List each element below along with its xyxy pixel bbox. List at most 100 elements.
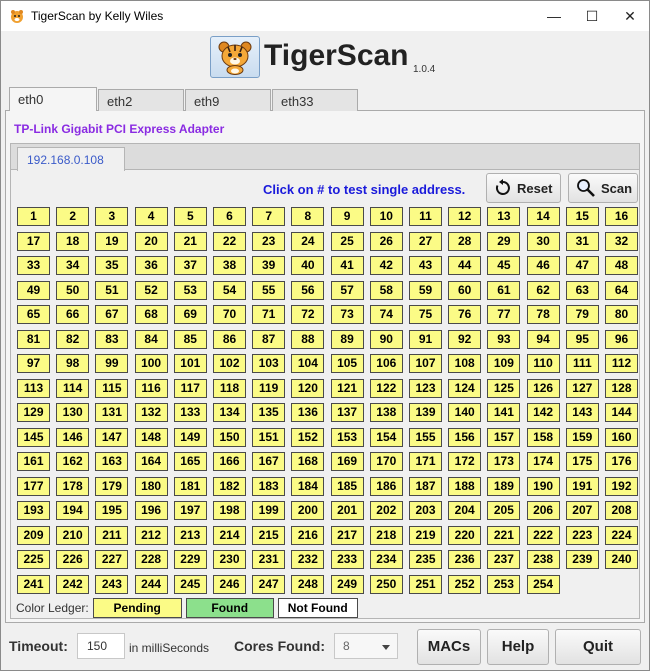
address-button-237[interactable]: 237 <box>487 550 521 569</box>
address-button-149[interactable]: 149 <box>173 427 207 447</box>
address-button-200[interactable]: 200 <box>291 501 325 520</box>
address-button-169[interactable]: 169 <box>330 452 364 471</box>
address-button-80[interactable]: 80 <box>605 305 638 324</box>
address-button-165[interactable]: 165 <box>173 452 207 471</box>
address-button-157[interactable]: 157 <box>487 427 521 447</box>
address-button-206[interactable]: 206 <box>526 501 560 520</box>
address-button-142[interactable]: 142 <box>526 403 560 422</box>
address-button-88[interactable]: 88 <box>291 329 325 349</box>
address-button-96[interactable]: 96 <box>605 329 638 349</box>
address-button-131[interactable]: 131 <box>95 403 129 422</box>
address-button-32[interactable]: 32 <box>605 231 638 251</box>
address-button-18[interactable]: 18 <box>56 231 90 251</box>
address-button-144[interactable]: 144 <box>605 403 638 422</box>
address-button-83[interactable]: 83 <box>95 329 129 349</box>
address-button-224[interactable]: 224 <box>605 525 638 545</box>
address-button-34[interactable]: 34 <box>56 256 90 275</box>
cores-select[interactable]: 8 <box>334 633 398 659</box>
address-button-45[interactable]: 45 <box>487 256 521 275</box>
address-button-25[interactable]: 25 <box>330 231 364 251</box>
address-button-84[interactable]: 84 <box>134 329 168 349</box>
timeout-input[interactable]: 150 <box>77 633 125 659</box>
tab-eth9[interactable]: eth9 <box>185 89 271 111</box>
address-button-81[interactable]: 81 <box>17 329 50 349</box>
address-button-214[interactable]: 214 <box>213 525 246 545</box>
address-button-90[interactable]: 90 <box>369 329 403 349</box>
address-button-156[interactable]: 156 <box>448 427 482 447</box>
address-button-124[interactable]: 124 <box>448 378 482 398</box>
address-button-76[interactable]: 76 <box>448 305 482 324</box>
address-button-235[interactable]: 235 <box>409 550 442 569</box>
address-button-232[interactable]: 232 <box>291 550 325 569</box>
address-button-77[interactable]: 77 <box>487 305 521 324</box>
address-button-216[interactable]: 216 <box>291 525 325 545</box>
address-button-225[interactable]: 225 <box>17 550 50 569</box>
tab-subnet[interactable]: 192.168.0.108 <box>17 147 125 171</box>
address-button-219[interactable]: 219 <box>409 525 442 545</box>
address-button-114[interactable]: 114 <box>56 378 90 398</box>
address-button-66[interactable]: 66 <box>56 305 90 324</box>
address-button-186[interactable]: 186 <box>369 476 403 496</box>
address-button-50[interactable]: 50 <box>56 280 90 300</box>
address-button-159[interactable]: 159 <box>565 427 599 447</box>
address-button-171[interactable]: 171 <box>409 452 442 471</box>
address-button-220[interactable]: 220 <box>448 525 482 545</box>
address-button-94[interactable]: 94 <box>526 329 560 349</box>
address-button-43[interactable]: 43 <box>409 256 442 275</box>
address-button-5[interactable]: 5 <box>173 207 207 226</box>
close-button[interactable]: ✕ <box>611 1 649 31</box>
address-button-189[interactable]: 189 <box>487 476 521 496</box>
address-button-226[interactable]: 226 <box>56 550 90 569</box>
address-button-210[interactable]: 210 <box>56 525 90 545</box>
address-button-12[interactable]: 12 <box>448 207 482 226</box>
address-button-67[interactable]: 67 <box>95 305 129 324</box>
address-button-234[interactable]: 234 <box>369 550 403 569</box>
address-button-230[interactable]: 230 <box>213 550 246 569</box>
address-button-44[interactable]: 44 <box>448 256 482 275</box>
address-button-174[interactable]: 174 <box>526 452 560 471</box>
address-button-56[interactable]: 56 <box>291 280 325 300</box>
scan-button[interactable]: Scan <box>568 173 638 203</box>
address-button-29[interactable]: 29 <box>487 231 521 251</box>
address-button-137[interactable]: 137 <box>330 403 364 422</box>
address-button-196[interactable]: 196 <box>134 501 168 520</box>
address-button-65[interactable]: 65 <box>17 305 50 324</box>
address-button-75[interactable]: 75 <box>409 305 442 324</box>
address-button-151[interactable]: 151 <box>252 427 286 447</box>
address-button-9[interactable]: 9 <box>330 207 364 226</box>
tab-eth33[interactable]: eth33 <box>272 89 358 111</box>
address-button-58[interactable]: 58 <box>369 280 403 300</box>
address-button-120[interactable]: 120 <box>291 378 325 398</box>
address-button-150[interactable]: 150 <box>213 427 246 447</box>
address-button-168[interactable]: 168 <box>291 452 325 471</box>
address-button-82[interactable]: 82 <box>56 329 90 349</box>
address-button-3[interactable]: 3 <box>95 207 129 226</box>
address-button-103[interactable]: 103 <box>252 354 286 373</box>
address-button-11[interactable]: 11 <box>409 207 442 226</box>
address-button-247[interactable]: 247 <box>252 574 286 594</box>
address-button-152[interactable]: 152 <box>291 427 325 447</box>
address-button-24[interactable]: 24 <box>291 231 325 251</box>
address-button-126[interactable]: 126 <box>526 378 560 398</box>
address-button-132[interactable]: 132 <box>134 403 168 422</box>
address-button-181[interactable]: 181 <box>173 476 207 496</box>
address-button-46[interactable]: 46 <box>526 256 560 275</box>
address-button-99[interactable]: 99 <box>95 354 129 373</box>
address-button-153[interactable]: 153 <box>330 427 364 447</box>
address-button-167[interactable]: 167 <box>252 452 286 471</box>
address-button-113[interactable]: 113 <box>17 378 50 398</box>
address-button-42[interactable]: 42 <box>369 256 403 275</box>
address-button-21[interactable]: 21 <box>173 231 207 251</box>
address-button-13[interactable]: 13 <box>487 207 521 226</box>
address-button-26[interactable]: 26 <box>369 231 403 251</box>
address-button-177[interactable]: 177 <box>17 476 50 496</box>
address-button-140[interactable]: 140 <box>448 403 482 422</box>
address-button-221[interactable]: 221 <box>487 525 521 545</box>
address-button-64[interactable]: 64 <box>605 280 638 300</box>
address-button-37[interactable]: 37 <box>173 256 207 275</box>
address-button-190[interactable]: 190 <box>526 476 560 496</box>
tiger-logo-button[interactable] <box>210 36 260 78</box>
address-button-134[interactable]: 134 <box>213 403 246 422</box>
address-button-107[interactable]: 107 <box>409 354 442 373</box>
address-button-195[interactable]: 195 <box>95 501 129 520</box>
